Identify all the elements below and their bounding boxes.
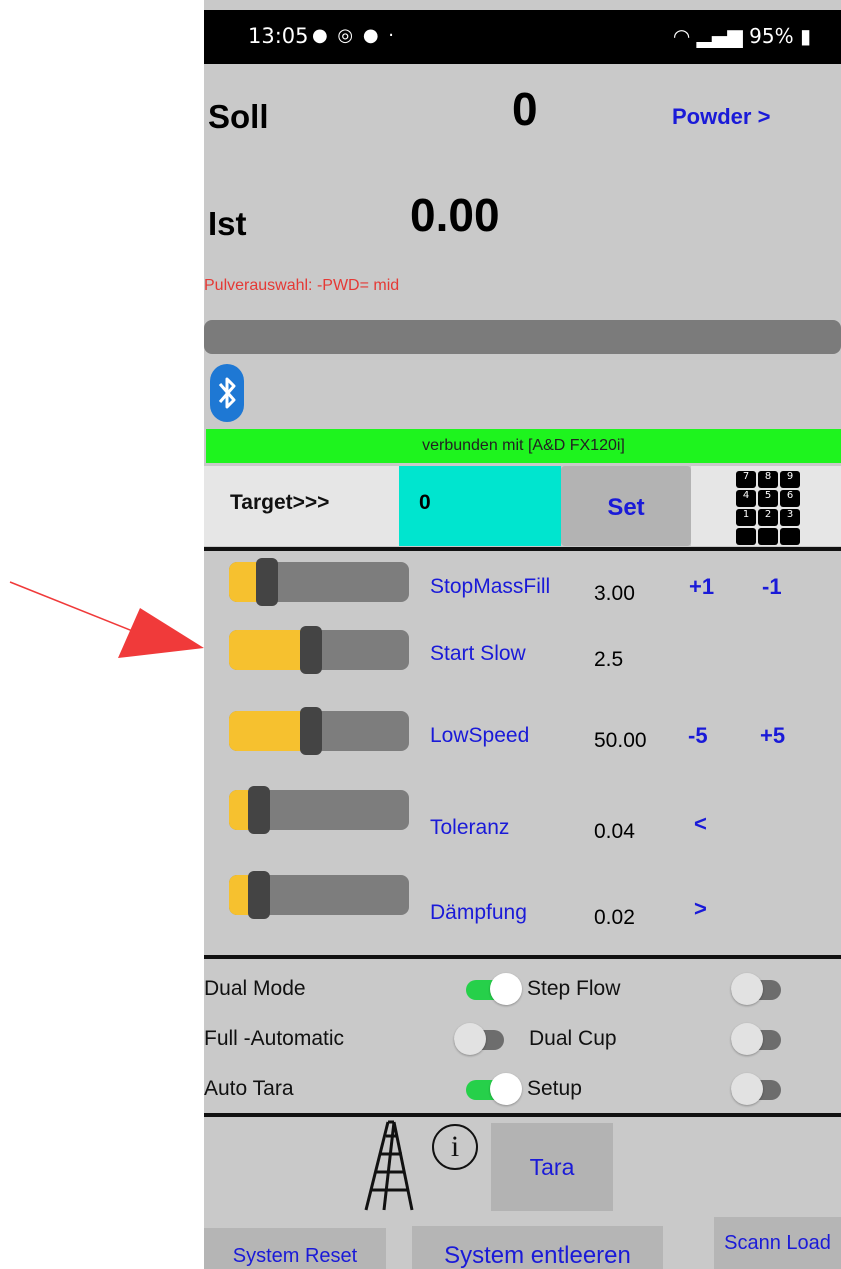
phone-screen: 13:05 ● ◎ ● · ◠ ▂▄▆ 95% ▮ Soll 0 Powder … <box>204 0 841 1269</box>
powder-link[interactable]: Powder > <box>672 104 770 130</box>
tara-button[interactable]: Tara <box>491 1123 613 1211</box>
wifi-icon: ◠ <box>672 24 691 48</box>
bluetooth-icon[interactable] <box>210 364 244 422</box>
slider-label-lowspeed: LowSpeed <box>430 724 530 747</box>
fill-progress-bar <box>204 320 841 354</box>
toggle-label-dual-cup: Dual Cup <box>529 1027 617 1050</box>
toggle-label-step-flow: Step Flow <box>527 977 621 1000</box>
connection-status: verbunden mit [A&D FX120i] <box>206 429 841 463</box>
slider-thumb[interactable] <box>300 626 322 674</box>
signal-battery: ◠ ▂▄▆ 95% ▮ <box>673 24 811 48</box>
toggle-label-dual-mode: Dual Mode <box>204 977 306 1000</box>
status-bar: 13:05 ● ◎ ● · ◠ ▂▄▆ 95% ▮ <box>204 10 841 64</box>
target-label: Target>>> <box>230 491 330 514</box>
toggle-setup[interactable] <box>731 1073 785 1105</box>
plus5-button[interactable]: +5 <box>760 723 785 749</box>
signal-icon: ▂▄▆ <box>696 24 743 48</box>
slider-value-toleranz: 0.04 <box>594 820 635 843</box>
toggle-label-auto-tara: Auto Tara <box>204 1077 294 1100</box>
slider-label-daempfung: Dämpfung <box>430 901 527 924</box>
slider-thumb[interactable] <box>248 786 270 834</box>
set-button-label: Set <box>607 494 645 521</box>
slider-label-start-slow: Start Slow <box>430 642 526 665</box>
soll-label: Soll <box>208 98 269 135</box>
powder-selection-text: Pulverauswahl: -PWD= mid <box>204 277 400 294</box>
set-button[interactable]: Set <box>561 466 691 546</box>
toggle-auto-tara[interactable] <box>466 1073 522 1105</box>
slider-start-slow[interactable] <box>229 626 409 674</box>
toggle-step-flow[interactable] <box>731 973 785 1005</box>
notification-icons: ● ◎ ● · <box>312 25 397 46</box>
clock: 13:05 <box>248 24 309 48</box>
battery-level: 95% <box>749 24 794 48</box>
slider-thumb[interactable] <box>300 707 322 755</box>
slider-stopmassfill[interactable] <box>229 558 409 606</box>
target-value: 0 <box>419 491 431 514</box>
plus1-button[interactable]: +1 <box>689 574 714 600</box>
keypad-icon[interactable]: 7 8 9 4 5 6 1 2 3 <box>736 471 800 545</box>
slider-thumb[interactable] <box>248 871 270 919</box>
slider-value-stopmassfill: 3.00 <box>594 582 635 605</box>
divider-top <box>204 547 841 551</box>
system-reset-button[interactable]: System Reset <box>204 1228 386 1269</box>
toggle-dual-cup[interactable] <box>731 1023 785 1055</box>
slider-toleranz[interactable] <box>229 786 409 834</box>
minus1-button[interactable]: -1 <box>762 574 782 600</box>
slider-value-daempfung: 0.02 <box>594 906 635 929</box>
toggle-dual-mode[interactable] <box>466 973 522 1005</box>
previous-button[interactable]: < <box>694 811 707 837</box>
slider-daempfung[interactable] <box>229 871 409 919</box>
toggle-full-automatic[interactable] <box>454 1023 508 1055</box>
slider-label-toleranz: Toleranz <box>430 816 510 839</box>
scann-load-button[interactable]: Scann Load <box>714 1217 841 1269</box>
next-button[interactable]: > <box>694 896 707 922</box>
ist-value: 0.00 <box>410 189 500 241</box>
target-label-cell: Target>>> <box>204 466 399 546</box>
minus5-button[interactable]: -5 <box>688 723 708 749</box>
divider-middle <box>204 955 841 959</box>
divider-bottom <box>204 1113 841 1117</box>
annotation-arrow <box>9 581 204 658</box>
toggle-label-full-automatic: Full -Automatic <box>204 1027 345 1050</box>
info-icon[interactable]: i <box>432 1124 478 1170</box>
slider-label-stopmassfill: StopMassFill <box>430 575 551 598</box>
toggle-label-setup: Setup <box>527 1077 582 1100</box>
ladder-icon[interactable] <box>360 1120 416 1212</box>
slider-lowspeed[interactable] <box>229 707 409 755</box>
slider-value-start-slow: 2.5 <box>594 648 624 671</box>
system-entleeren-button[interactable]: System entleeren <box>412 1226 663 1269</box>
slider-thumb[interactable] <box>256 558 278 606</box>
soll-value: 0 <box>512 83 538 135</box>
ist-label: Ist <box>208 205 247 242</box>
target-input[interactable]: 0 <box>399 466 561 546</box>
battery-icon: ▮ <box>799 24 811 48</box>
keypad-cell: 7 8 9 4 5 6 1 2 3 <box>691 466 841 546</box>
slider-value-lowspeed: 50.00 <box>594 729 647 752</box>
